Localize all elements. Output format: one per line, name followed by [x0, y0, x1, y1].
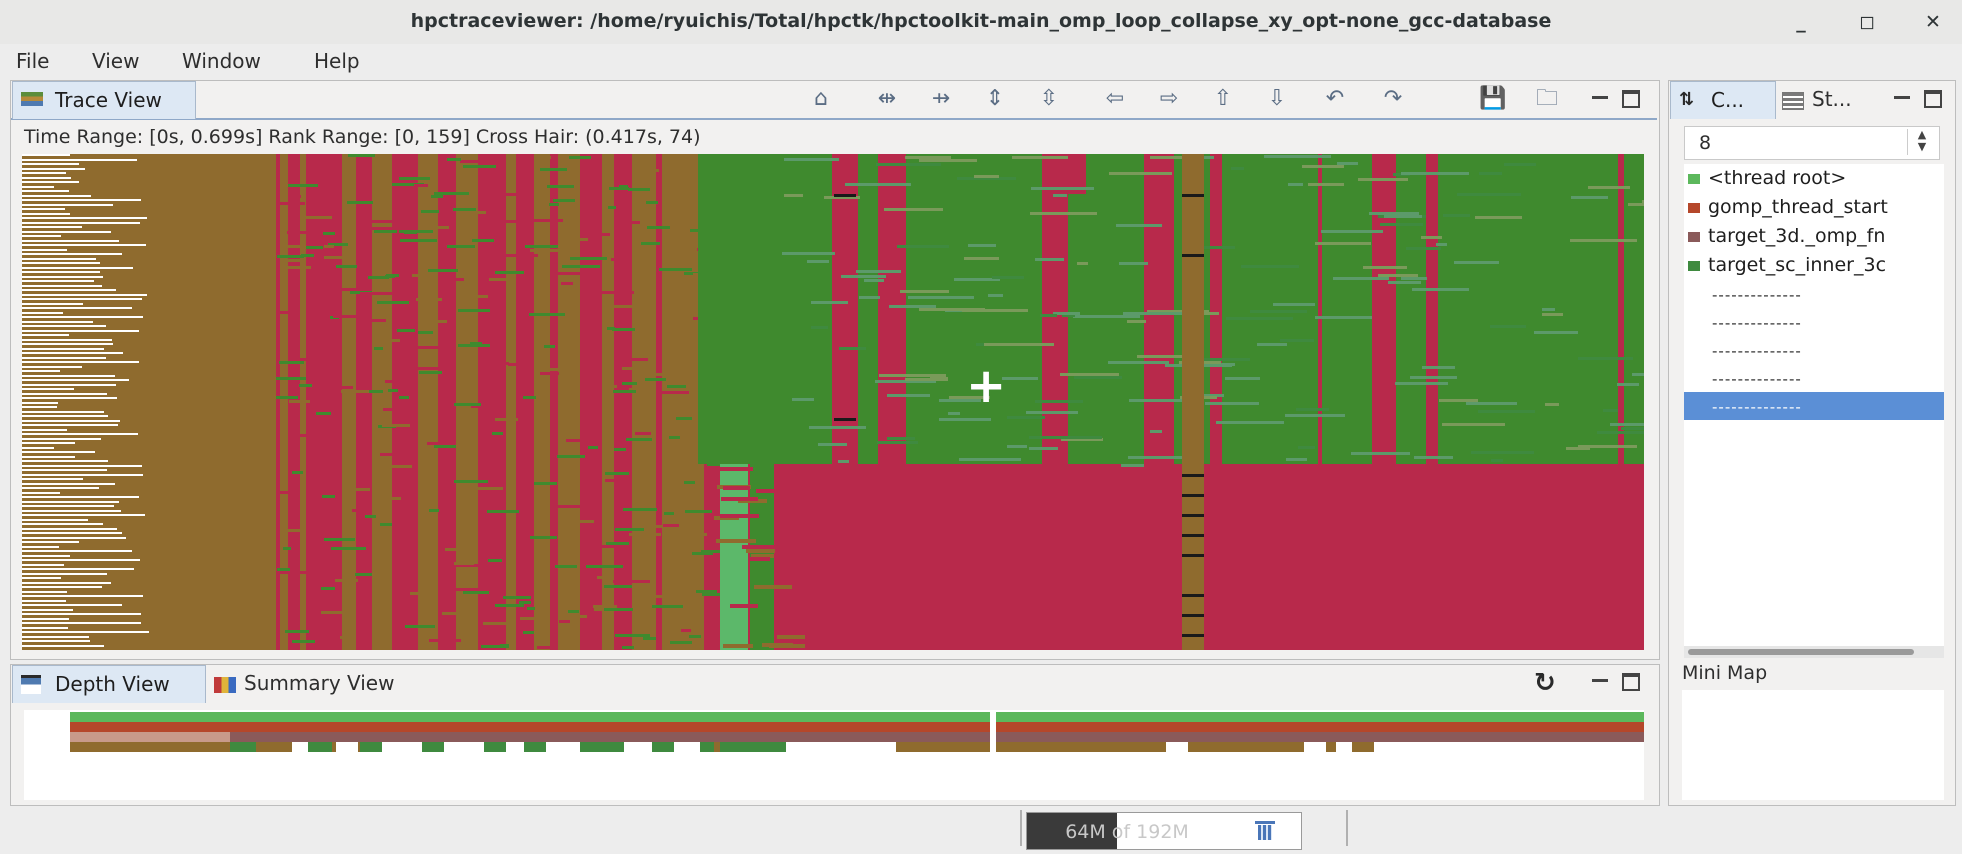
- legend-placeholder: --------------: [1712, 314, 1802, 332]
- window-title: hpctraceviewer: /home/ryuichis/Total/hpc…: [410, 10, 1552, 32]
- legend-placeholder: --------------: [1712, 342, 1802, 360]
- side-maximize-icon[interactable]: [1924, 90, 1942, 108]
- zoom-out-rank-icon[interactable]: ⇳: [1034, 86, 1064, 112]
- heap-status[interactable]: 64M of 192M: [1026, 812, 1302, 850]
- redo-icon[interactable]: ↷: [1378, 86, 1408, 112]
- spinner-arrows-icon[interactable]: ▲ ▼: [1907, 129, 1936, 155]
- legend-item[interactable]: gomp_thread_start: [1688, 196, 1888, 218]
- horizontal-scrollbar[interactable]: [1684, 646, 1944, 658]
- scrollbar-thumb[interactable]: [1688, 649, 1914, 655]
- tab-depth-view-label: Depth View: [55, 672, 170, 696]
- open-icon[interactable]: 🗀: [1532, 86, 1562, 112]
- legend-placeholder: --------------: [1712, 370, 1802, 388]
- tab-call-path[interactable]: ⇅ C...: [1670, 81, 1776, 119]
- legend-placeholder: --------------: [1712, 286, 1802, 304]
- undo-icon[interactable]: ↶: [1320, 86, 1350, 112]
- menu-bar: [0, 44, 1962, 78]
- legend-swatch: [1688, 174, 1700, 184]
- trace-canvas[interactable]: [22, 154, 1644, 650]
- table-icon: [1782, 91, 1804, 110]
- pan-up-icon[interactable]: ⇧: [1208, 86, 1238, 112]
- minimap-label: Mini Map: [1682, 662, 1768, 684]
- zoom-in-rank-icon[interactable]: ⇕: [980, 86, 1010, 112]
- trace-info-text: Time Range: [0s, 0.699s] Rank Range: [0,…: [24, 126, 701, 148]
- sort-icon: ⇅: [1679, 89, 1695, 110]
- trace-panel-divider: [11, 118, 1657, 120]
- refresh-icon[interactable]: ↻: [1534, 668, 1556, 698]
- pan-left-icon[interactable]: ⇦: [1100, 86, 1130, 112]
- depth-value: 8: [1699, 132, 1712, 154]
- legend-swatch: [1688, 232, 1700, 242]
- menu-view[interactable]: View: [86, 47, 145, 75]
- legend-item[interactable]: target_sc_inner_3c: [1688, 254, 1886, 276]
- depth-spinner[interactable]: 8 ▲ ▼: [1684, 126, 1940, 160]
- crosshair-icon: +: [966, 358, 1007, 414]
- tab-call-path-label: C...: [1711, 88, 1745, 112]
- close-button[interactable]: ✕: [1918, 8, 1948, 36]
- view-maximize-icon[interactable]: [1622, 90, 1640, 108]
- legend-label: <thread root>: [1708, 167, 1847, 189]
- legend-item[interactable]: target_3d._omp_fn: [1688, 225, 1885, 247]
- legend-swatch: [1688, 261, 1700, 271]
- legend-label: target_sc_inner_3c: [1708, 254, 1887, 276]
- menu-window[interactable]: Window: [176, 47, 267, 75]
- maximize-button[interactable]: ◻: [1852, 8, 1882, 36]
- menu-help[interactable]: Help: [308, 47, 366, 75]
- depth-canvas[interactable]: [24, 710, 1644, 800]
- depth-view-icon: [21, 675, 41, 694]
- tab-statistics[interactable]: St...: [1782, 87, 1852, 111]
- side-minimize-icon[interactable]: [1894, 96, 1910, 99]
- zoom-out-time-icon[interactable]: ⇸: [926, 86, 956, 112]
- save-icon[interactable]: 💾: [1478, 86, 1508, 112]
- minimap-canvas[interactable]: [1682, 690, 1944, 800]
- trace-view-icon: [21, 92, 43, 106]
- home-icon[interactable]: ⌂: [806, 86, 836, 112]
- status-separator: [1346, 810, 1348, 846]
- trash-icon[interactable]: [1255, 819, 1275, 841]
- view-minimize-icon[interactable]: [1592, 96, 1608, 99]
- tab-depth-view[interactable]: Depth View: [12, 665, 206, 703]
- minimize-button[interactable]: _: [1786, 8, 1816, 36]
- legend-label: target_3d._omp_fn: [1708, 225, 1886, 247]
- zoom-in-time-icon[interactable]: ⇹: [872, 86, 902, 112]
- legend-swatch: [1688, 203, 1700, 213]
- tab-trace-view-label: Trace View: [55, 88, 162, 112]
- pan-right-icon[interactable]: ⇨: [1154, 86, 1184, 112]
- heap-text: 64M of 192M: [1065, 821, 1189, 843]
- tab-statistics-label: St...: [1812, 87, 1852, 111]
- tab-summary-view-label: Summary View: [244, 671, 395, 695]
- menu-file[interactable]: File: [10, 47, 55, 75]
- summary-view-icon: [214, 676, 236, 693]
- legend-label: gomp_thread_start: [1708, 196, 1888, 218]
- depth-maximize-icon[interactable]: [1622, 673, 1640, 691]
- depth-minimize-icon[interactable]: [1592, 679, 1608, 682]
- tab-trace-view[interactable]: Trace View: [12, 81, 196, 119]
- tab-summary-view[interactable]: Summary View: [214, 671, 394, 695]
- status-separator: [1020, 810, 1022, 846]
- pan-down-icon[interactable]: ⇩: [1262, 86, 1292, 112]
- legend-item[interactable]: <thread root>: [1688, 167, 1846, 189]
- legend-placeholder: --------------: [1712, 398, 1802, 416]
